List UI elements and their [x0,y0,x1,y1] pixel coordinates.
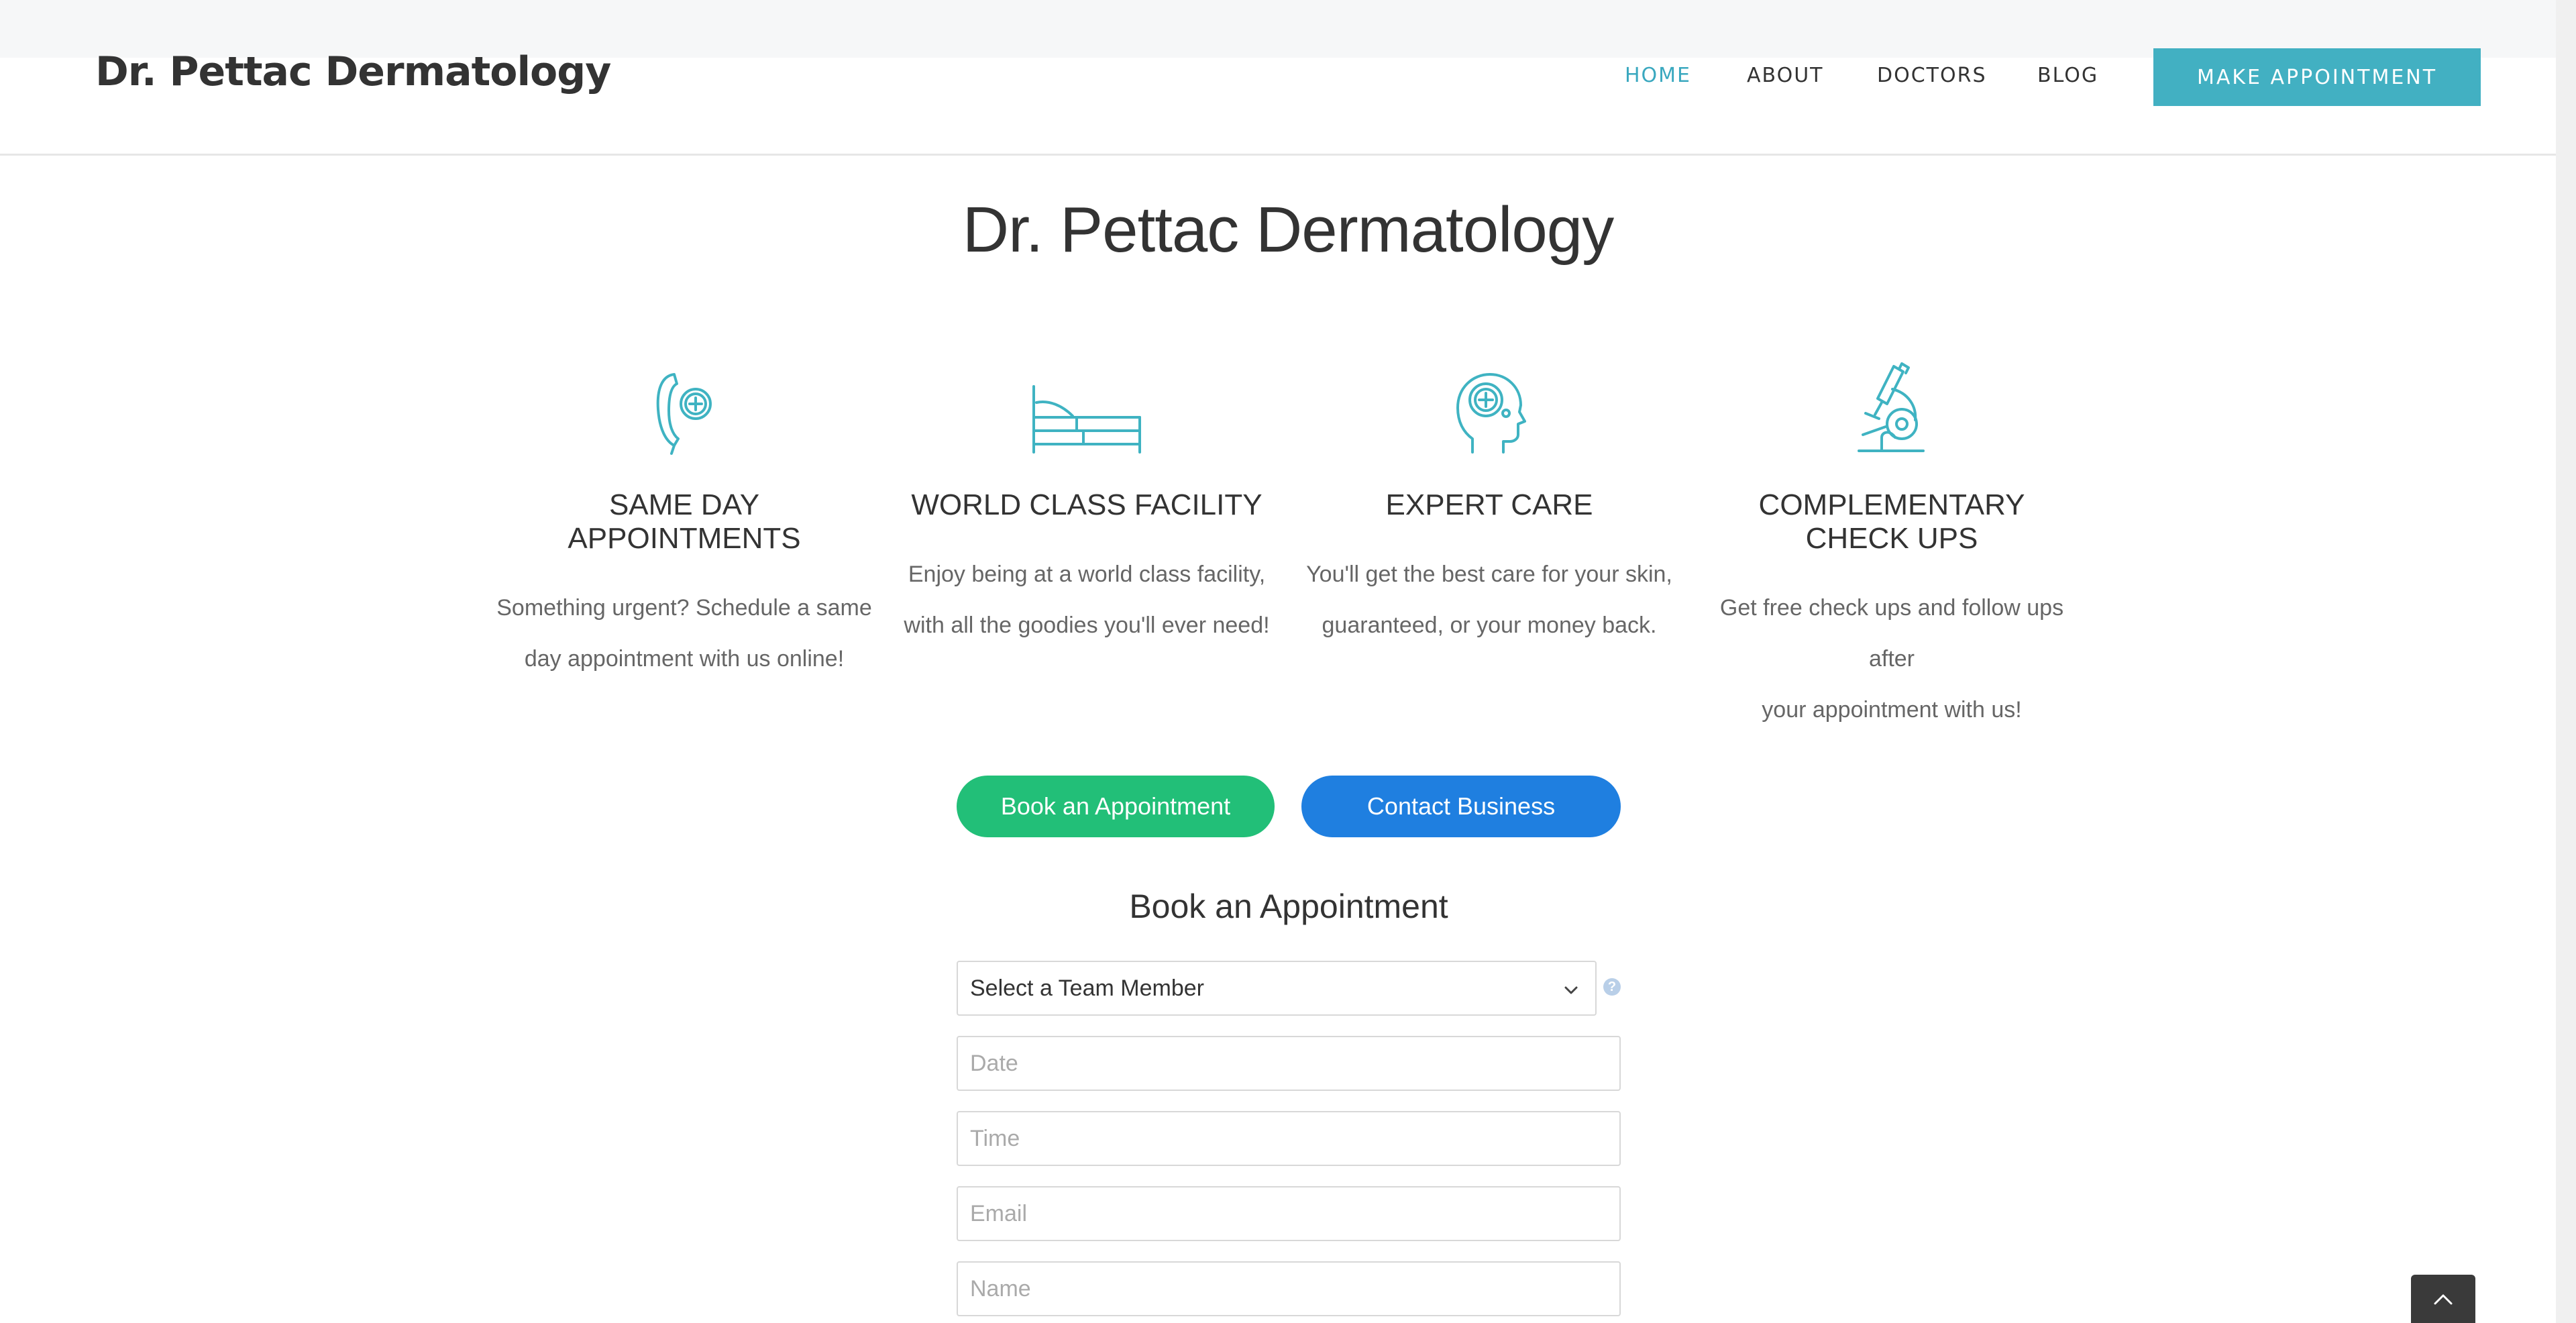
chevron-up-icon [2434,1294,2453,1305]
help-icon[interactable]: ? [1603,978,1621,996]
feature-text: Get free check ups and follow ups after y… [1719,595,2064,723]
feature-title: EXPERT CARE [1385,488,1593,521]
feature-title: WORLD CLASS FACILITY [911,488,1263,521]
time-field[interactable]: Time [957,1111,1621,1166]
head-plus-icon [1301,362,1677,456]
scrollbar[interactable] [2556,0,2576,1323]
feature-text: Enjoy being at a world class facility, wi… [904,562,1270,638]
team-member-select[interactable]: Select a Team Member [957,961,1597,1016]
phone-plus-icon [496,362,872,456]
feature-expert-care: EXPERT CARE You'll get the best care for… [1301,362,1677,651]
make-appointment-button[interactable]: MAKE APPOINTMENT [2153,48,2481,106]
nav-home[interactable]: HOME [1625,64,1691,87]
microscope-icon [1704,362,2080,456]
team-member-value: Select a Team Member [970,975,1204,1001]
date-field[interactable]: Date [957,1036,1621,1091]
nav-doctors[interactable]: DOCTORS [1877,64,1987,87]
scroll-to-top-button[interactable] [2411,1275,2475,1323]
page-title: Dr. Pettac Dermatology [962,194,1614,266]
book-appointment-button[interactable]: Book an Appointment [957,776,1275,837]
brand-logo[interactable]: Dr. Pettac Dermatology [95,48,611,95]
name-field[interactable]: Name [957,1261,1621,1316]
feature-checkups: COMPLEMENTARY CHECK UPS Get free check u… [1704,362,2080,735]
form-title: Book an Appointment [1129,888,1448,925]
feature-text: Something urgent? Schedule a same day app… [496,595,872,672]
nav-blog[interactable]: BLOG [2037,64,2098,87]
nav-about[interactable]: ABOUT [1747,64,1823,87]
feature-title: SAME DAY APPOINTMENTS [568,488,801,555]
feature-facility: WORLD CLASS FACILITY Enjoy being at a wo… [899,362,1275,651]
bed-icon [899,362,1275,456]
feature-title: COMPLEMENTARY CHECK UPS [1758,488,2025,555]
chevron-down-icon [1562,980,1580,1006]
contact-business-button[interactable]: Contact Business [1301,776,1621,837]
feature-same-day: SAME DAY APPOINTMENTS Something urgent? … [496,362,872,684]
email-field[interactable]: Email [957,1186,1621,1241]
feature-text: You'll get the best care for your skin, g… [1306,562,1672,638]
